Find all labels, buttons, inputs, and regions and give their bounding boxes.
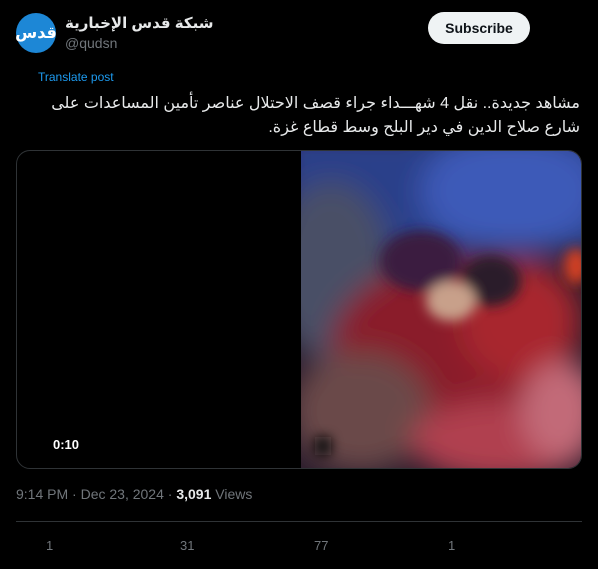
avatar[interactable]: قدس <box>15 13 57 53</box>
author-handle[interactable]: @qudsn <box>65 35 117 51</box>
reply-button[interactable]: 1 <box>46 538 53 553</box>
meta-separator: · <box>167 486 173 502</box>
author-name[interactable]: شبكة قدس الإخبارية <box>65 14 213 32</box>
avatar-logo-text: قدس <box>15 23 57 42</box>
bookmark-count: 1 <box>448 538 456 553</box>
video-duration: 0:10 <box>53 437 80 452</box>
meta-separator: · <box>72 486 77 502</box>
video-player[interactable]: 0:10 <box>16 150 582 469</box>
views-count: 3,091 <box>176 486 212 502</box>
repost-button[interactable]: 31 <box>180 538 194 553</box>
subscribe-button[interactable]: Subscribe <box>428 12 530 44</box>
tweet-card: قدس شبكة قدس الإخبارية @qudsn Subscribe … <box>0 0 598 569</box>
like-count: 77 <box>314 538 329 553</box>
post-date[interactable]: Dec 23, 2024 <box>81 486 164 502</box>
post-meta: 9:14 PM · Dec 23, 2024 · 3,091 Views <box>16 486 252 502</box>
post-text: مشاهد جديدة.. نقل 4 شهـــداء جراء قصف ال… <box>51 95 580 136</box>
bookmark-button[interactable]: 1 <box>448 538 455 553</box>
divider <box>16 521 582 522</box>
like-button[interactable]: 77 <box>314 538 328 553</box>
reply-count: 1 <box>46 538 54 553</box>
video-frame <box>301 151 581 468</box>
video-thumbnail-image <box>301 151 581 468</box>
repost-count: 31 <box>180 538 195 553</box>
views-label: Views <box>215 486 253 502</box>
translate-post-link[interactable]: Translate post <box>38 70 114 84</box>
post-time[interactable]: 9:14 PM <box>16 486 68 502</box>
